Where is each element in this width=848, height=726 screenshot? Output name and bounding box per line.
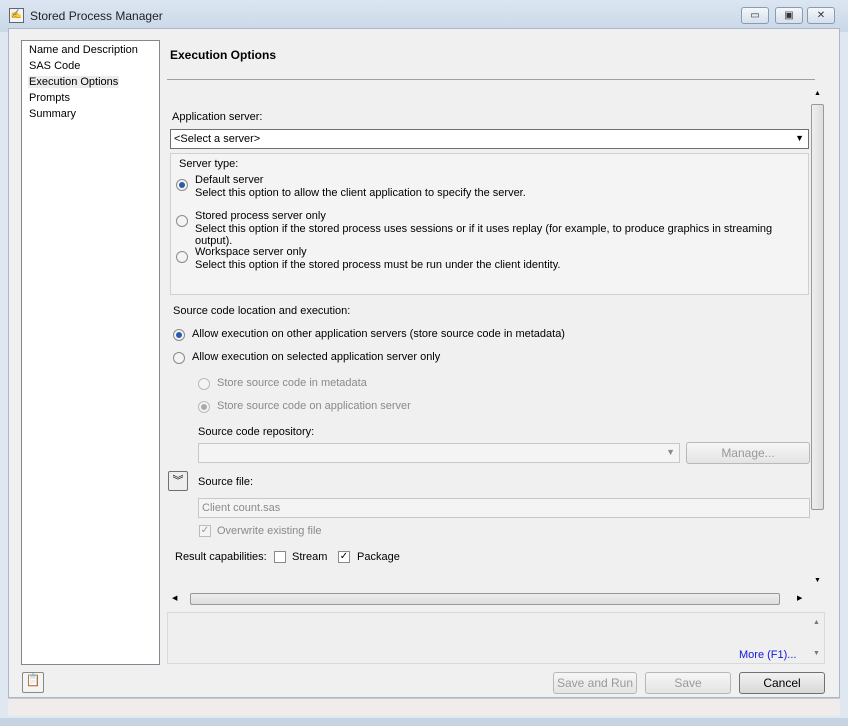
app-server-label: Application server: xyxy=(172,111,263,123)
scroll-down-icon[interactable]: ▼ xyxy=(813,650,820,657)
scroll-left-icon[interactable]: ◀ xyxy=(172,594,177,602)
scroll-up-icon[interactable]: ▲ xyxy=(814,90,821,97)
nav-item-execution-options[interactable]: Execution Options xyxy=(28,76,120,88)
nav-item-sas-code[interactable]: SAS Code xyxy=(28,60,81,72)
close-button[interactable]: ✕ xyxy=(807,7,835,24)
horizontal-scrollbar[interactable]: ◀ ▶ xyxy=(167,591,810,607)
window-title: Stored Process Manager xyxy=(30,9,163,23)
default-server-radio[interactable] xyxy=(176,179,188,191)
stream-checkbox[interactable] xyxy=(274,551,286,563)
overwrite-checkbox[interactable]: ✓ xyxy=(199,525,211,537)
scroll-up-icon[interactable]: ▲ xyxy=(813,619,820,626)
repository-label: Source code repository: xyxy=(198,426,315,438)
result-capabilities-label: Result capabilities: xyxy=(175,551,267,563)
allow-selected-server-label: Allow execution on selected application … xyxy=(192,351,441,363)
repository-select[interactable]: ▼ xyxy=(198,443,680,463)
stored-process-server-title: Stored process server only xyxy=(195,210,326,222)
store-app-server-label: Store source code on application server xyxy=(217,400,411,412)
page-title: Execution Options xyxy=(170,48,277,62)
chevron-down-icon: ▼ xyxy=(795,133,804,143)
divider xyxy=(167,79,815,80)
allow-other-servers-radio[interactable] xyxy=(173,329,185,341)
taskbar xyxy=(0,718,848,726)
nav-item-summary[interactable]: Summary xyxy=(28,108,77,120)
manage-button[interactable]: Manage... xyxy=(686,442,810,464)
source-file-value: Client count.sas xyxy=(202,502,281,514)
hscroll-thumb[interactable] xyxy=(190,593,780,605)
default-server-desc: Select this option to allow the client a… xyxy=(195,187,526,199)
nav-list: Name and Description SAS Code Execution … xyxy=(21,40,160,665)
stored-process-server-desc: Select this option if the stored process… xyxy=(195,223,773,247)
package-label: Package xyxy=(357,551,400,563)
stream-label: Stream xyxy=(292,551,328,563)
workspace-server-desc: Select this option if the stored process… xyxy=(195,259,561,271)
app-server-value: <Select a server> xyxy=(174,133,261,145)
source-file-label: Source file: xyxy=(198,476,254,488)
options-panel: Application server: <Select a server> ▼ … xyxy=(167,87,810,590)
minimize-button[interactable]: ▭ xyxy=(741,7,769,24)
store-metadata-radio[interactable] xyxy=(198,378,210,390)
cancel-button[interactable]: Cancel xyxy=(739,672,825,694)
source-location-label: Source code location and execution: xyxy=(173,305,351,317)
allow-other-servers-label: Allow execution on other application ser… xyxy=(192,328,565,340)
nav-item-name-description[interactable]: Name and Description xyxy=(28,44,139,56)
server-type-label: Server type: xyxy=(179,158,239,170)
maximize-button[interactable]: ▣ xyxy=(775,7,803,24)
vertical-scrollbar[interactable]: ▲ ▼ xyxy=(810,87,825,590)
workspace-server-title: Workspace server only xyxy=(195,246,307,258)
save-button[interactable]: Save xyxy=(645,672,731,694)
save-and-run-button[interactable]: Save and Run xyxy=(553,672,637,694)
more-help-link[interactable]: More (F1)... xyxy=(739,649,796,661)
server-type-group: Server type: Default server Select this … xyxy=(170,153,809,295)
collapse-icon[interactable]: ︾ xyxy=(168,471,188,491)
allow-selected-server-radio[interactable] xyxy=(173,352,185,364)
store-app-server-radio[interactable] xyxy=(198,401,210,413)
scroll-right-icon[interactable]: ▶ xyxy=(797,594,802,602)
help-panel: More (F1)... ▲ ▼ xyxy=(167,612,825,664)
default-server-title: Default server xyxy=(195,174,264,186)
nav-item-prompts[interactable]: Prompts xyxy=(28,92,71,104)
stored-process-server-radio[interactable] xyxy=(176,215,188,227)
store-metadata-label: Store source code in metadata xyxy=(217,377,367,389)
chevron-down-icon: ▼ xyxy=(666,447,675,457)
status-bar xyxy=(8,698,840,716)
scrollbar-thumb[interactable] xyxy=(811,104,824,510)
scroll-down-icon[interactable]: ▼ xyxy=(814,577,821,584)
package-checkbox[interactable]: ✓ xyxy=(338,551,350,563)
overwrite-label: Overwrite existing file xyxy=(217,525,322,537)
app-icon: ✍ xyxy=(9,8,24,23)
notes-icon[interactable]: 📋 xyxy=(22,672,44,693)
workspace-server-radio[interactable] xyxy=(176,251,188,263)
app-server-select[interactable]: <Select a server> ▼ xyxy=(170,129,809,149)
source-file-input[interactable]: Client count.sas xyxy=(198,498,810,518)
